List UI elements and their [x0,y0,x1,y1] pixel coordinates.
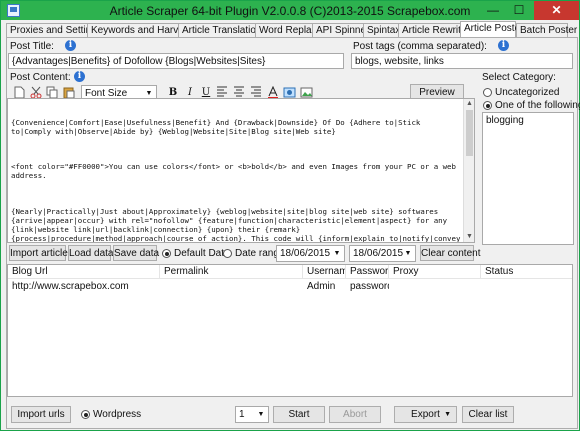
export-button[interactable]: Export ▼ [394,406,457,423]
load-data-button[interactable]: Load data [68,245,114,261]
post-title-label: Post Title: [10,41,54,52]
date-from-value: 18/06/2015 [280,248,331,259]
import-urls-button[interactable]: Import urls [11,406,71,423]
cell-proxy [389,280,481,294]
table-row[interactable]: http://www.scrapebox.com Admin password [8,280,572,294]
content-paragraph: {Nearly|Practically|Just about|Approxima… [11,206,461,243]
threads-select[interactable]: 1 ▼ [235,406,269,423]
tab-proxies-and-settings[interactable]: Proxies and Settings [6,23,102,38]
tab-strip: Proxies and Settings Keywords and Harves… [6,21,578,39]
wordpress-label: Wordpress [93,409,142,420]
column-header-proxy[interactable]: Proxy [389,265,481,279]
category-label: Select Category: [482,72,556,83]
tab-keywords-and-harvester[interactable]: Keywords and Harvester [87,23,201,38]
content-paragraph: {Convenience|Comfort|Ease|Usefulness|Ben… [11,117,425,136]
scrollbar-thumb[interactable] [466,110,473,156]
date-from-input[interactable]: 18/06/2015 ▼ [276,245,345,262]
title-bar: Article Scraper 64-bit Plugin V2.0.0.8 (… [1,1,579,20]
post-content-text: {Convenience|Comfort|Ease|Usefulness|Ben… [11,101,463,243]
tab-api-spinner[interactable]: API Spinner [312,23,369,38]
post-title-info-icon[interactable]: i [65,40,76,51]
chevron-down-icon: ▼ [444,411,451,418]
cell-password: password [350,281,389,292]
close-button[interactable]: ✕ [534,1,579,20]
uncategorized-label: Uncategorized [495,87,560,98]
save-data-button[interactable]: Save data [113,245,159,261]
post-tags-label: Post tags (comma separated): [353,41,487,52]
threads-value: 1 [239,409,245,420]
column-header-status[interactable]: Status [481,265,572,279]
scroll-down-icon[interactable]: ▼ [464,232,474,242]
chevron-down-icon: ▼ [257,411,265,418]
wordpress-radio[interactable] [81,410,90,419]
date-range-radio[interactable] [223,249,232,258]
default-date-radio[interactable] [162,249,171,258]
tab-article-rewriter[interactable]: Article Rewriter [398,23,470,38]
blog-table[interactable]: Blog Url Permalink Username Password Pro… [7,264,573,397]
chevron-down-icon[interactable]: ▼ [402,247,414,260]
post-tags-info-icon[interactable]: i [498,40,509,51]
one-of-following-radio[interactable] [483,101,492,110]
column-header-password[interactable]: Password [346,265,389,279]
date-to-input[interactable]: 18/06/2015 ▼ [349,245,416,262]
date-to-value: 18/06/2015 [353,248,404,259]
column-header-username[interactable]: Username [303,265,346,279]
maximize-button[interactable]: ☐ [506,1,532,20]
app-window: Article Scraper 64-bit Plugin V2.0.0.8 (… [0,0,580,431]
post-content-editor[interactable]: {Convenience|Comfort|Ease|Usefulness|Ben… [7,98,475,243]
uncategorized-radio[interactable] [483,88,492,97]
category-list[interactable]: blogging [482,112,574,245]
scroll-up-icon[interactable]: ▲ [464,99,474,109]
minimize-button[interactable]: — [480,1,506,20]
post-tags-input[interactable]: blogs, website, links [351,53,573,69]
tab-article-translation[interactable]: Article Translation [178,23,261,38]
post-content-label: Post Content: [10,72,71,83]
tab-word-replace[interactable]: Word Replace [255,23,322,38]
editor-scrollbar[interactable]: ▲ ▼ [463,99,474,242]
cell-permalink [160,280,303,294]
import-article-button[interactable]: Import article [9,245,68,261]
column-header-permalink[interactable]: Permalink [160,265,303,279]
tab-batch-poster[interactable]: Batch Poster [516,23,577,38]
one-of-following-label: One of the following [495,100,580,111]
post-content-info-icon[interactable]: i [74,71,85,82]
post-title-input[interactable]: {Advantages|Benefits} of Dofollow {Blogs… [8,53,344,69]
abort-button[interactable]: Abort [329,406,381,423]
chevron-down-icon[interactable]: ▼ [331,247,343,260]
cell-status [481,280,572,294]
cell-blog-url: http://www.scrapebox.com [12,281,129,292]
table-header: Blog Url Permalink Username Password Pro… [8,265,572,279]
start-button[interactable]: Start [273,406,325,423]
column-header-blog-url[interactable]: Blog Url [8,265,160,279]
cell-username: Admin [307,281,336,292]
category-item[interactable]: blogging [486,115,570,126]
tab-spintax[interactable]: Spintax [363,23,400,38]
content-paragraph: <font color="#FF0000">You can use colors… [11,162,461,181]
export-label: Export [411,409,440,420]
clear-list-button[interactable]: Clear list [462,406,514,423]
clear-content-button[interactable]: Clear content [420,245,480,261]
default-date-label: Default Date [174,248,230,259]
